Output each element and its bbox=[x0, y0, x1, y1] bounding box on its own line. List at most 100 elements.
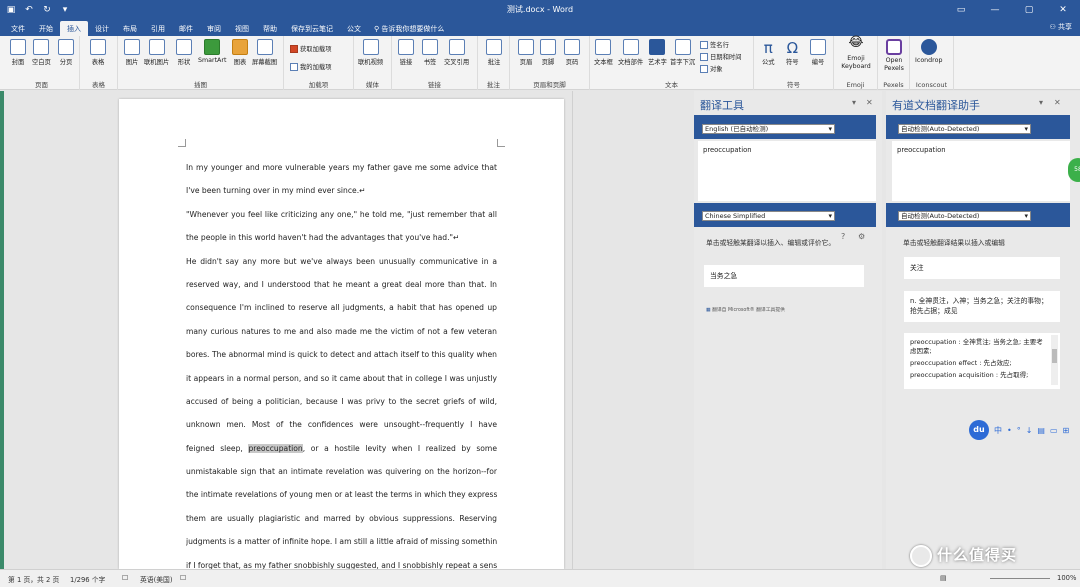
footer-button[interactable]: 页脚 bbox=[540, 39, 556, 66]
source-text-box[interactable]: preoccupation bbox=[892, 141, 1070, 201]
undo-icon[interactable]: ↶ bbox=[22, 3, 36, 17]
du-tool-icon[interactable]: • bbox=[1007, 426, 1012, 435]
tab-layout[interactable]: 布局 bbox=[116, 21, 144, 36]
tab-official-doc[interactable]: 公文 bbox=[340, 21, 368, 36]
dict-scroll-thumb[interactable] bbox=[1052, 349, 1057, 363]
pane-divider[interactable] bbox=[572, 91, 573, 569]
dictionary-list[interactable]: preoccupation : 全神贯注; 当务之急; 主要考虑因素; preo… bbox=[904, 333, 1060, 389]
zoom-slider[interactable] bbox=[990, 578, 1050, 579]
page-break-button[interactable]: 分页 bbox=[58, 39, 74, 66]
header-button[interactable]: 页眉 bbox=[518, 39, 534, 66]
dict-scrollbar[interactable] bbox=[1051, 335, 1058, 385]
open-pexels-button[interactable]: Open Pexels bbox=[880, 39, 908, 73]
quick-parts-button[interactable]: 文档部件 bbox=[618, 39, 643, 66]
accessibility-icon[interactable]: ☐ bbox=[180, 574, 186, 582]
my-addins-button[interactable]: 我的加载项 bbox=[290, 62, 331, 71]
floating-assistant-icon[interactable]: 58 bbox=[1068, 158, 1080, 182]
translation-result[interactable]: 当务之急 bbox=[704, 265, 864, 287]
selected-word[interactable]: preoccupation bbox=[248, 443, 303, 453]
margin-corner bbox=[178, 139, 186, 147]
date-time-button[interactable]: 日期和时间 bbox=[700, 52, 741, 61]
translator-footer: ▦ 翻译自 Microsoft® 翻译工具提供 bbox=[706, 308, 785, 313]
blank-page-button[interactable]: 空白页 bbox=[32, 39, 51, 66]
equation-button[interactable]: π 公式 bbox=[762, 39, 775, 66]
du-tool-icon[interactable]: 中 bbox=[994, 425, 1002, 436]
tab-insert[interactable]: 插入 bbox=[60, 21, 88, 36]
group-iconscout: Icondrop Iconscout bbox=[910, 36, 954, 90]
icondrop-button[interactable]: Icondrop bbox=[915, 39, 942, 64]
wordart-button[interactable]: 艺术字 bbox=[648, 39, 667, 66]
ribbon-options-icon[interactable]: ▭ bbox=[944, 0, 978, 19]
redo-icon[interactable]: ↻ bbox=[40, 3, 54, 17]
du-tool-icon[interactable]: ° bbox=[1017, 426, 1021, 435]
online-video-button[interactable]: 联机视频 bbox=[358, 39, 383, 66]
pane-close-icon[interactable]: ✕ bbox=[1054, 98, 1061, 107]
page-count[interactable]: 第 1 页，共 2 页 bbox=[8, 574, 59, 584]
tab-cloud-notes[interactable]: 保存到云笔记 bbox=[284, 21, 340, 36]
youdao-title: 有道文档翻译助手 bbox=[892, 99, 980, 112]
page-number-button[interactable]: 页码 bbox=[564, 39, 580, 66]
online-pictures-button[interactable]: 联机图片 bbox=[144, 39, 169, 66]
comment-button[interactable]: 批注 bbox=[486, 39, 502, 66]
smartart-button[interactable]: SmartArt bbox=[198, 39, 226, 64]
word-count[interactable]: 1/296 个字 bbox=[70, 574, 105, 584]
signature-line-button[interactable]: 签名行 bbox=[700, 40, 729, 49]
table-button[interactable]: 表格 bbox=[90, 39, 106, 66]
help-icon[interactable]: ? bbox=[841, 232, 845, 241]
du-tool-icon[interactable]: ↓ bbox=[1026, 426, 1033, 435]
maximize-button[interactable]: ▢ bbox=[1012, 0, 1046, 19]
du-tool-icon[interactable]: ▭ bbox=[1050, 426, 1058, 435]
link-button[interactable]: 链接 bbox=[398, 39, 414, 66]
target-language-select[interactable]: 自动检测(Auto-Detected) bbox=[898, 211, 1031, 221]
save-icon[interactable]: ▣ bbox=[4, 3, 18, 17]
get-addins-button[interactable]: 获取加载项 bbox=[290, 44, 331, 53]
source-text-box[interactable]: preoccupation bbox=[698, 141, 876, 201]
tab-view[interactable]: 视图 bbox=[228, 21, 256, 36]
proofing-icon[interactable]: ☐ bbox=[122, 574, 128, 582]
tab-references[interactable]: 引用 bbox=[144, 21, 172, 36]
screenshot-button[interactable]: 屏幕截图 bbox=[252, 39, 277, 66]
translation-result[interactable]: 关注 bbox=[904, 257, 1060, 279]
tell-me-search[interactable]: ⚲ 告诉我你想要做什么 bbox=[368, 21, 450, 36]
source-language-select[interactable]: English (已自动检测) bbox=[702, 124, 835, 134]
tab-file[interactable]: 文件 bbox=[4, 21, 32, 36]
view-mode-icon[interactable]: ▤ bbox=[940, 574, 946, 582]
zoom-level[interactable]: 100% bbox=[1057, 574, 1076, 582]
share-button[interactable]: ⚇ 共享 bbox=[1049, 22, 1072, 32]
tab-review[interactable]: 审阅 bbox=[200, 21, 228, 36]
group-pages: 封面 空白页 分页 页面 bbox=[4, 36, 80, 90]
du-tool-icon[interactable]: ⊞ bbox=[1063, 426, 1070, 435]
tab-mailings[interactable]: 邮件 bbox=[172, 21, 200, 36]
du-logo-icon[interactable]: du bbox=[969, 420, 989, 440]
shapes-button[interactable]: 形状 bbox=[176, 39, 192, 66]
minimize-button[interactable]: — bbox=[978, 0, 1012, 19]
bookmark-button[interactable]: 书签 bbox=[422, 39, 438, 66]
cover-page-button[interactable]: 封面 bbox=[10, 39, 26, 66]
numbering-button[interactable]: 编号 bbox=[810, 39, 826, 66]
customize-qat-icon[interactable]: ▾ bbox=[58, 3, 72, 17]
tab-help[interactable]: 帮助 bbox=[256, 21, 284, 36]
pictures-button[interactable]: 图片 bbox=[124, 39, 140, 66]
document-body[interactable]: In my younger and more vulnerable years … bbox=[186, 156, 497, 569]
dictionary-result[interactable]: n. 全神贯注，入神；当务之急；关注的事物；抢先占据；成见 bbox=[904, 291, 1060, 322]
pane-options-icon[interactable]: ▾ bbox=[1039, 98, 1043, 107]
document-page[interactable]: In my younger and more vulnerable years … bbox=[119, 99, 564, 569]
du-tool-icon[interactable]: ▤ bbox=[1037, 426, 1045, 435]
text-line: accused of being a politician, because I… bbox=[186, 396, 497, 406]
object-button[interactable]: 对象 bbox=[700, 64, 723, 73]
cross-reference-button[interactable]: 交叉引用 bbox=[444, 39, 469, 66]
close-button[interactable]: ✕ bbox=[1046, 0, 1080, 19]
drop-cap-button[interactable]: 首字下沉 bbox=[670, 39, 695, 66]
symbol-button[interactable]: Ω 符号 bbox=[786, 39, 799, 66]
text-box-button[interactable]: 文本框 bbox=[594, 39, 613, 66]
source-language-select[interactable]: 自动检测(Auto-Detected) bbox=[898, 124, 1031, 134]
language-indicator[interactable]: 英语(美国) bbox=[140, 574, 173, 584]
settings-gear-icon[interactable]: ⚙ bbox=[858, 232, 865, 241]
emoji-keyboard-button[interactable]: 😂 Emoji Keyboard bbox=[836, 36, 876, 71]
pane-close-icon[interactable]: ✕ bbox=[866, 98, 873, 107]
target-language-select[interactable]: Chinese Simplified bbox=[702, 211, 835, 221]
chart-button[interactable]: 图表 bbox=[232, 39, 248, 66]
tab-home[interactable]: 开始 bbox=[32, 21, 60, 36]
tab-design[interactable]: 设计 bbox=[88, 21, 116, 36]
pane-options-icon[interactable]: ▾ bbox=[852, 98, 856, 107]
